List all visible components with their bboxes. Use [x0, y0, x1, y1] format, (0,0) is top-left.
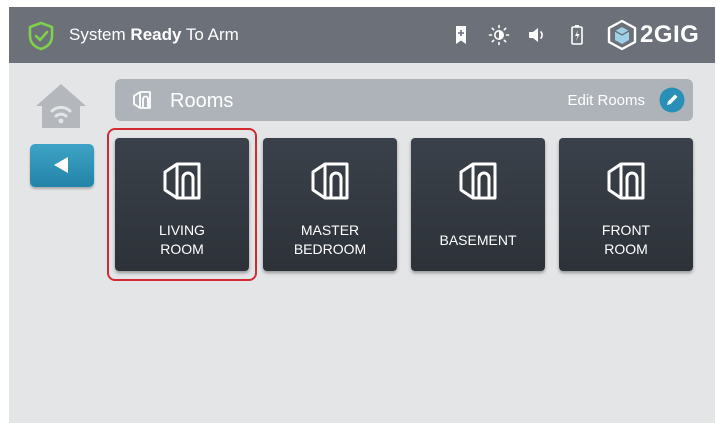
bookmark-icon[interactable] [449, 23, 473, 47]
volume-icon[interactable] [525, 23, 549, 47]
brand-name: 2GIG [640, 21, 700, 48]
status-state: Ready [130, 25, 182, 44]
status-prefix: System [69, 25, 126, 44]
rooms-header: Rooms Edit Rooms [115, 79, 693, 121]
back-button[interactable] [30, 144, 94, 187]
room-icon [163, 162, 201, 200]
brightness-icon[interactable] [487, 23, 511, 47]
room-tile-label: BASEMENT [439, 232, 517, 248]
shield-check-icon [28, 21, 54, 51]
room-tile-living-room[interactable]: LIVING ROOM [115, 138, 249, 271]
room-icon [311, 162, 349, 200]
status-bar: System Ready To Arm 2GIG [9, 7, 715, 63]
battery-icon [571, 25, 583, 45]
room-icon [607, 162, 645, 200]
brand-logo: 2GIG [606, 18, 706, 52]
room-tile-label: LIVING ROOM [159, 222, 205, 257]
room-icon [133, 91, 151, 109]
edit-rooms-label: Edit Rooms [567, 91, 645, 109]
room-tile-basement[interactable]: BASEMENT [411, 138, 545, 271]
room-tile-front-room[interactable]: FRONT ROOM [559, 138, 693, 271]
page-title: Rooms [170, 90, 234, 112]
room-tile-master-bedroom[interactable]: MASTER BEDROOM [263, 138, 397, 271]
system-status: System Ready To Arm [69, 24, 239, 46]
room-icon [459, 162, 497, 200]
room-tile-label: FRONT ROOM [601, 222, 651, 257]
security-panel-screen: System Ready To Arm 2GIG Rooms Edit Room… [9, 7, 715, 423]
status-suffix: To Arm [185, 25, 239, 44]
back-arrow-icon [54, 157, 68, 173]
room-tile-label: MASTER BEDROOM [293, 222, 367, 257]
home-button[interactable] [33, 81, 89, 131]
home-wifi-icon [36, 84, 86, 128]
pencil-icon [659, 87, 685, 113]
cube-logo-icon [607, 19, 637, 51]
edit-rooms-button[interactable]: Edit Rooms [567, 86, 685, 114]
